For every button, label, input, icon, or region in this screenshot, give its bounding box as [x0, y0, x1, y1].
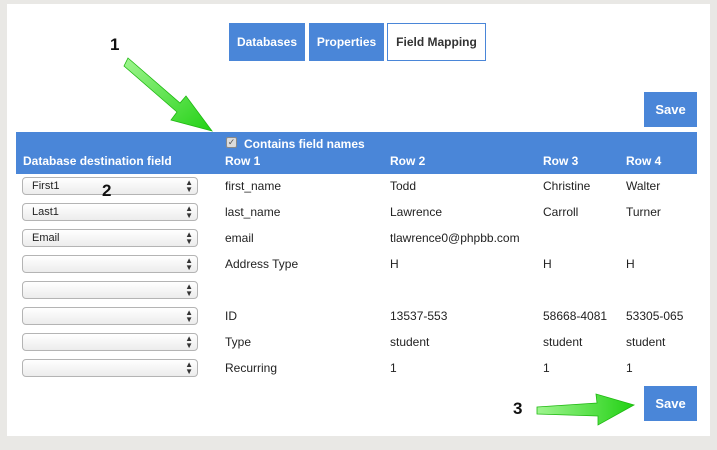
- green-arrow-icon: [536, 393, 636, 426]
- annotation-arrows: [123, 57, 636, 426]
- green-arrow-icon: [123, 57, 214, 132]
